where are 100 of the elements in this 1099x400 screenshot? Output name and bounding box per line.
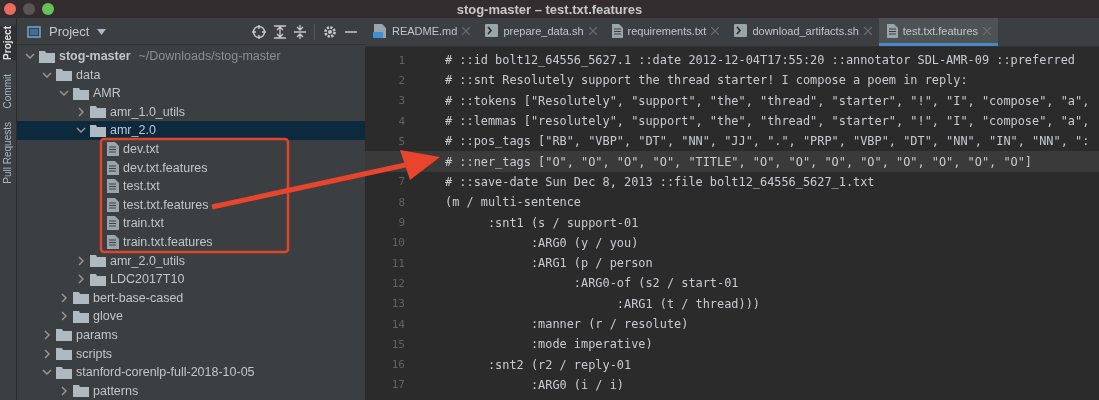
panel-title[interactable]: Project xyxy=(49,24,90,40)
folder-icon xyxy=(39,49,55,63)
tree-item[interactable]: dev.txt xyxy=(17,139,365,159)
close-icon[interactable] xyxy=(711,26,720,35)
tool-window-tab[interactable]: Project xyxy=(0,26,16,60)
file-icon xyxy=(107,160,119,175)
folder-icon xyxy=(56,328,72,342)
file-icon xyxy=(107,142,119,156)
crosshair-icon[interactable] xyxy=(252,24,266,39)
folder-icon xyxy=(90,105,106,119)
window-title: stog-master – test.txt.features xyxy=(456,1,643,17)
chevron-right-icon[interactable] xyxy=(59,311,69,322)
code-line: :ARG0-of (s2 / start-01 xyxy=(572,276,739,291)
tree-item[interactable]: train.txt xyxy=(17,214,365,233)
tree-item[interactable]: AMR xyxy=(17,83,365,103)
line-number: 16 xyxy=(391,358,405,372)
tree-item[interactable]: amr_1.0_utils xyxy=(17,102,365,122)
code-line: # ::id bolt12_64556_5627.1 ::date 2012-12-04T17:55:20 ::annotator SDL-AMR-09 ::preferred xyxy=(445,53,1075,68)
tree-item[interactable]: amr_2.0 xyxy=(17,121,365,140)
tree-item[interactable]: patterns xyxy=(17,381,365,400)
line-number: 15 xyxy=(391,337,405,351)
tree-item[interactable]: scripts xyxy=(17,344,365,363)
folder-icon xyxy=(90,254,106,268)
editor-tab[interactable]: README.md xyxy=(365,18,478,46)
code-line: # ::tokens ["Resolutely", "support", "the", "thread", "starter", "!", "I", "compose", "a", xyxy=(445,93,1090,108)
code-line: :snt2 (r2 / reply-01 xyxy=(486,357,632,372)
line-number: 3 xyxy=(398,94,405,108)
terminal-file-icon xyxy=(734,24,748,37)
close-icon[interactable] xyxy=(462,26,471,35)
close-window-button[interactable] xyxy=(4,3,16,15)
tree-item[interactable]: glove xyxy=(17,307,365,326)
folder-icon xyxy=(90,123,106,137)
editor-tab[interactable]: download_artifacts.sh xyxy=(726,18,879,46)
folder-icon xyxy=(56,365,72,379)
line-number: 7 xyxy=(398,175,405,189)
file-icon xyxy=(611,23,623,38)
editor-tab[interactable]: test.txt.features xyxy=(878,18,998,46)
code-line: # ::snt Resolutely support the thread starter! I compose a poem in reply: xyxy=(445,73,968,88)
line-number: 17 xyxy=(391,378,405,392)
line-number: 11 xyxy=(391,256,405,270)
file-icon xyxy=(107,179,119,194)
chevron-right-icon[interactable] xyxy=(59,292,69,303)
line-number: 12 xyxy=(391,276,405,290)
collapse-all-icon[interactable] xyxy=(294,24,306,39)
code-line: # ::pos_tags ["RB", "VBP", "DT", "NN", "JJ", ".", "PRP", "VBP", "DT", "NN", "IN", "NN", ": xyxy=(445,134,1090,149)
chevron-right-icon[interactable] xyxy=(76,255,86,266)
editor-tab[interactable]: requirements.txt xyxy=(603,18,727,46)
terminal-file-icon xyxy=(485,24,499,37)
line-number: 13 xyxy=(391,297,405,311)
close-icon[interactable] xyxy=(588,26,597,35)
code-line: # ::lemmas ["resolutely", "support", "the", "thread", "starter", "!", "I", "compose", "a", xyxy=(445,114,1090,129)
hide-icon[interactable] xyxy=(345,29,357,34)
dropdown-icon[interactable] xyxy=(97,28,107,35)
file-icon xyxy=(107,197,119,212)
editor-tab[interactable]: prepare_data.sh xyxy=(477,18,604,46)
file-icon xyxy=(107,216,119,231)
line-number: 10 xyxy=(391,236,405,250)
folder-icon xyxy=(73,384,89,398)
tool-window-tab[interactable]: Commit xyxy=(0,73,16,109)
line-number: 14 xyxy=(391,317,405,331)
file-icon xyxy=(107,234,119,249)
tree-item[interactable]: test.txt.features xyxy=(17,195,365,215)
tree-item[interactable]: bert-base-cased xyxy=(17,288,365,308)
code-line: :ARG1 (t / thread))) xyxy=(615,296,760,311)
folder-icon xyxy=(56,68,72,82)
close-icon[interactable] xyxy=(863,26,872,35)
tool-window-tab[interactable]: Pull Requests xyxy=(0,122,16,185)
tree-item[interactable]: test.txt xyxy=(17,176,365,196)
chevron-right-icon[interactable] xyxy=(59,385,69,396)
chevron-right-icon[interactable] xyxy=(76,274,86,285)
code-line: :mode imperative) xyxy=(529,337,653,352)
code-line: :manner (r / resolute) xyxy=(529,317,689,331)
expand-all-icon[interactable] xyxy=(274,24,286,39)
folder-icon xyxy=(73,291,89,305)
code-line: (m / multi-sentence xyxy=(445,195,582,210)
chevron-right-icon[interactable] xyxy=(42,329,52,340)
zoom-window-button[interactable] xyxy=(42,3,54,15)
settings-icon[interactable] xyxy=(323,24,337,39)
line-number: 5 xyxy=(398,134,405,148)
window-icon xyxy=(27,25,41,38)
chevron-down-icon[interactable] xyxy=(25,51,35,61)
tree-item[interactable]: amr_2.0_utils xyxy=(17,251,365,270)
code-line: :ARG0 (i / i) xyxy=(529,377,624,392)
markdown-file-icon xyxy=(373,23,387,38)
tree-item[interactable]: dev.txt.features xyxy=(17,158,365,177)
code-line: # ::ner_tags ["O", "O", "O", "O", "TITLE", "O", "O", "O", "O", "O", "O", "O", "O"] xyxy=(445,154,1033,169)
code-line: :snt1 (s / support-01 xyxy=(486,215,639,230)
tree-item[interactable]: stanford-corenlp-full-2018-10-05 xyxy=(17,362,365,382)
chevron-right-icon[interactable] xyxy=(42,348,52,359)
folder-icon xyxy=(73,309,89,323)
code-line: :ARG0 (y / you) xyxy=(529,235,639,250)
line-number: 4 xyxy=(398,114,405,128)
tree-item[interactable]: LDC2017T10 xyxy=(17,269,365,289)
tree-item[interactable]: data xyxy=(17,65,365,84)
chevron-right-icon[interactable] xyxy=(76,106,86,117)
tree-item[interactable]: train.txt.features xyxy=(17,232,365,252)
file-icon xyxy=(886,23,898,38)
folder-icon xyxy=(73,86,89,100)
tree-item[interactable]: stog-master ~/Downloads/stog-master xyxy=(17,46,365,66)
tree-item[interactable]: params xyxy=(17,325,365,345)
